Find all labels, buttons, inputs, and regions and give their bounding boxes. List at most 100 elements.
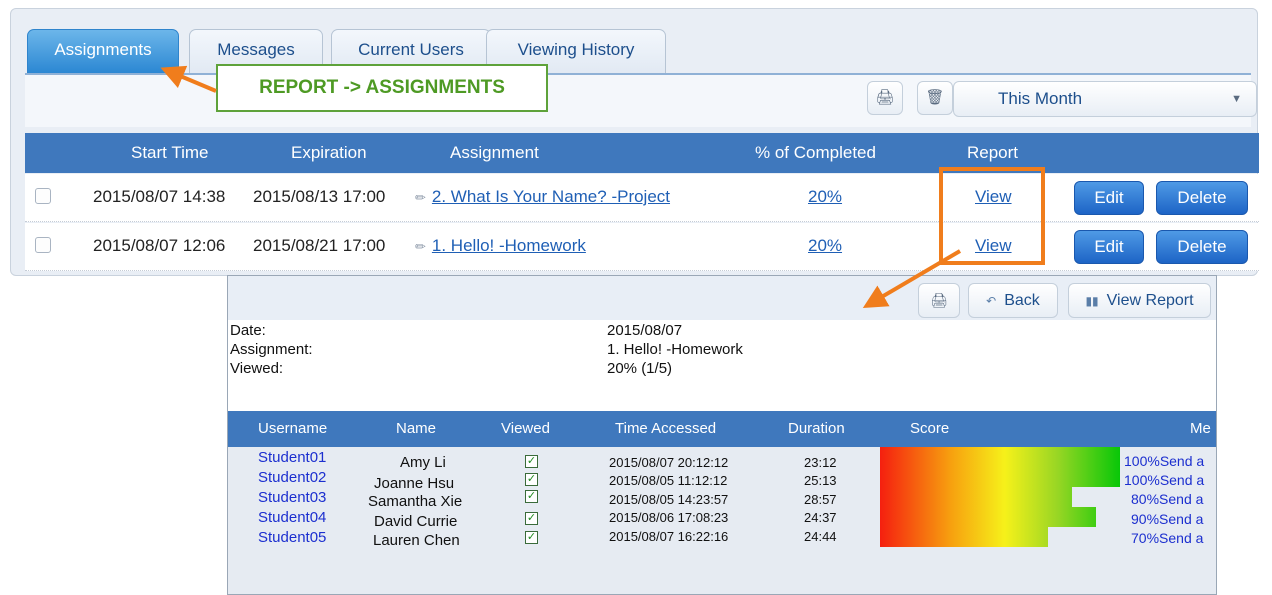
col-completed: % of Completed: [755, 143, 876, 162]
duration: 25:13: [804, 473, 837, 488]
send-link[interactable]: Send a: [1160, 472, 1204, 488]
delete-button[interactable]: Delete: [1156, 181, 1248, 215]
student-name: Joanne Hsu: [374, 475, 455, 492]
col-duration: Duration: [788, 420, 845, 437]
chevron-down-icon: ▼: [1231, 93, 1242, 105]
trash-icon: 🗑: [925, 89, 945, 106]
view-highlight-box: [939, 167, 1045, 265]
student-name: Samantha Xie: [368, 493, 463, 510]
student-username[interactable]: Student01: [258, 450, 326, 466]
info-label: Date:: [230, 322, 266, 339]
col-assignment: Assignment: [450, 143, 539, 162]
viewed-checkbox: ✓: [525, 473, 538, 486]
send-link[interactable]: Send a: [1160, 453, 1204, 469]
time-accessed: 2015/08/05 14:23:57: [609, 492, 729, 507]
assignments-report-panel: Assignments Messages Current Users Viewi…: [10, 8, 1259, 276]
report-toolbar: 🖨 ↶ Back ▮▮ View Report: [228, 276, 1216, 320]
viewed-checkbox: ✓: [525, 455, 538, 468]
completed-link[interactable]: 20%: [808, 223, 842, 269]
score-percent: 100%Send a: [1124, 472, 1205, 488]
screenshot-stage: Assignments Messages Current Users Viewi…: [0, 0, 1272, 595]
col-message: Me: [1190, 420, 1211, 437]
view-report-label: View Report: [1106, 292, 1194, 309]
annotation-callout: REPORT -> ASSIGNMENTS: [216, 64, 548, 112]
duration: 28:57: [804, 492, 837, 507]
student-username[interactable]: Student05: [258, 530, 326, 546]
col-time-accessed: Time Accessed: [615, 420, 717, 437]
print-button[interactable]: 🖨: [867, 81, 903, 115]
info-value: 1. Hello! -Homework: [607, 341, 743, 358]
viewed-checkbox: ✓: [525, 531, 538, 544]
duration: 23:12: [804, 455, 837, 470]
tab-assignments[interactable]: Assignments: [27, 29, 179, 74]
row-checkbox[interactable]: [35, 237, 51, 253]
send-link[interactable]: Send a: [1159, 530, 1203, 546]
col-score: Score: [910, 420, 950, 437]
send-link[interactable]: Send a: [1159, 511, 1203, 527]
info-label: Viewed:: [230, 360, 284, 377]
pencil-icon: ✏: [415, 239, 426, 254]
start-time: 2015/08/07 12:06: [93, 236, 226, 255]
col-name: Name: [396, 420, 437, 437]
assignment-report-view: 🖨 ↶ Back ▮▮ View Report Date: 2015/08/07 A…: [227, 275, 1217, 595]
score-percent: 70%Send a: [1131, 530, 1204, 546]
send-link[interactable]: Send a: [1159, 491, 1203, 507]
col-viewed: Viewed: [501, 420, 550, 437]
col-start-time: Start Time: [131, 143, 209, 162]
date-range-select[interactable]: This Month ▼: [953, 81, 1257, 117]
viewed-checkbox: ✓: [525, 512, 538, 525]
time-accessed: 2015/08/07 20:12:12: [609, 455, 729, 470]
expiration: 2015/08/21 17:00: [253, 236, 386, 255]
student-username[interactable]: Student03: [258, 490, 326, 506]
print-icon: 🖨: [875, 89, 895, 106]
info-value: 2015/08/07: [607, 322, 683, 339]
assignment-title: ✏ 2. What Is Your Name? -Project: [415, 174, 670, 221]
edit-button[interactable]: Edit: [1074, 181, 1144, 215]
score-bar: [880, 507, 1096, 527]
score-percent: 90%Send a: [1131, 511, 1204, 527]
student-name: David Currie: [374, 513, 458, 530]
table-row: 2015/08/07 12:06 2015/08/21 17:00 ✏ 1. He…: [25, 223, 1259, 271]
viewed-checkbox: ✓: [525, 490, 538, 503]
assignment-link[interactable]: 1. Hello! -Homework: [432, 236, 586, 255]
date-range-value: This Month: [998, 89, 1083, 108]
back-button[interactable]: ↶ Back: [968, 283, 1058, 318]
student-username[interactable]: Student04: [258, 510, 326, 526]
delete-button[interactable]: Delete: [1156, 230, 1248, 264]
info-value: 20% (1/5): [607, 360, 673, 377]
duration: 24:44: [804, 529, 837, 544]
report-print-button[interactable]: 🖨: [918, 283, 960, 318]
back-label: Back: [1004, 292, 1040, 309]
expiration: 2015/08/13 17:00: [253, 187, 386, 206]
score-percent: 100%Send a: [1124, 453, 1205, 469]
start-time: 2015/08/07 14:38: [93, 187, 226, 206]
score-bar: [880, 487, 1072, 507]
score-bar: [880, 467, 1120, 487]
report-icon: ▮▮: [1085, 294, 1099, 308]
score-bars: [880, 447, 1120, 547]
back-arrow-icon: ↶: [986, 294, 997, 308]
time-accessed: 2015/08/06 17:08:23: [609, 510, 729, 525]
time-accessed: 2015/08/05 11:12:12: [609, 473, 728, 488]
student-name: Lauren Chen: [373, 532, 460, 549]
col-expiration: Expiration: [291, 143, 367, 162]
edit-button[interactable]: Edit: [1074, 230, 1144, 264]
delete-selected-button[interactable]: 🗑: [917, 81, 953, 115]
student-username[interactable]: Student02: [258, 470, 326, 486]
assignments-table-header: Start Time Expiration Assignment % of Co…: [25, 133, 1259, 173]
completed-link[interactable]: 20%: [808, 174, 842, 220]
table-row: 2015/08/07 14:38 2015/08/13 17:00 ✏ 2. Wh…: [25, 174, 1259, 222]
score-bar: [880, 447, 1120, 467]
assignment-title: ✏ 1. Hello! -Homework: [415, 223, 586, 270]
student-name: Amy Li: [400, 454, 446, 471]
col-username: Username: [258, 420, 328, 437]
score-percent: 80%Send a: [1131, 491, 1204, 507]
info-label: Assignment:: [230, 341, 313, 358]
pencil-icon: ✏: [415, 190, 426, 205]
assignment-link[interactable]: 2. What Is Your Name? -Project: [432, 187, 670, 206]
row-checkbox[interactable]: [35, 188, 51, 204]
report-table-header: Username Name Viewed Time Accessed Durat…: [228, 411, 1216, 447]
time-accessed: 2015/08/07 16:22:16: [609, 529, 729, 544]
duration: 24:37: [804, 510, 837, 525]
view-report-button[interactable]: ▮▮ View Report: [1068, 283, 1211, 318]
